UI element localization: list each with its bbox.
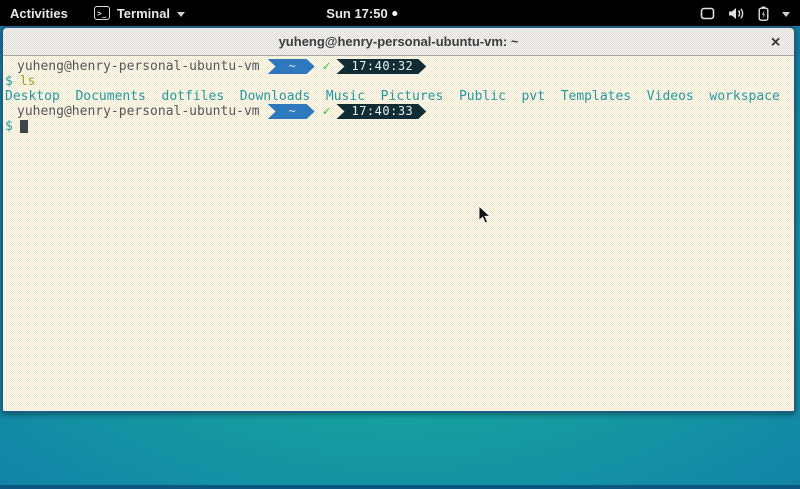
prompt-path-segment: ~: [268, 59, 315, 74]
window-titlebar[interactable]: yuheng@henry-personal-ubuntu-vm: ~ ✕: [3, 28, 794, 56]
prompt-symbol: $: [5, 74, 13, 89]
app-menu-terminal[interactable]: >_ Terminal: [94, 6, 185, 21]
prompt-time-segment: 17:40:32: [336, 59, 426, 74]
prompt-line-1: yuheng@henry-personal-ubuntu-vm ~ ✓ 17:4…: [3, 59, 794, 74]
notification-dot-icon: [393, 11, 398, 16]
desktop-bottom-edge: [0, 485, 800, 489]
terminal-block-cursor: [20, 120, 28, 133]
terminal-window: yuheng@henry-personal-ubuntu-vm: ~ ✕ yuh…: [1, 26, 796, 413]
chevron-down-icon: [782, 12, 790, 17]
prompt-user-host: yuheng@henry-personal-ubuntu-vm: [17, 104, 260, 119]
chevron-down-icon: [177, 12, 185, 17]
app-menu-label: Terminal: [117, 6, 170, 21]
prompt-user-host: yuheng@henry-personal-ubuntu-vm: [17, 59, 260, 74]
terminal-app-icon: >_: [94, 6, 110, 20]
prompt-line-2: yuheng@henry-personal-ubuntu-vm ~ ✓ 17:4…: [3, 104, 794, 119]
mouse-pointer-icon: [478, 205, 491, 224]
clock-menu[interactable]: Sun 17:50: [326, 6, 397, 21]
command-text: ls: [20, 74, 36, 89]
prompt-symbol: $: [5, 119, 13, 134]
terminal-body[interactable]: yuheng@henry-personal-ubuntu-vm ~ ✓ 17:4…: [3, 56, 794, 411]
prompt-status-check-icon: ✓: [323, 104, 331, 119]
battery-charging-icon: [758, 6, 769, 21]
screen-icon: [700, 7, 715, 20]
volume-icon: [728, 7, 745, 20]
activities-button[interactable]: Activities: [10, 6, 68, 21]
directory-listing: Desktop Documents dotfiles Downloads Mus…: [5, 89, 780, 104]
top-bar: Activities >_ Terminal Sun 17:50: [0, 0, 800, 26]
system-status-menu[interactable]: [700, 0, 790, 26]
command-line: $ ls: [3, 74, 794, 89]
input-line: $: [3, 119, 794, 134]
ls-output-line: Desktop Documents dotfiles Downloads Mus…: [3, 89, 794, 104]
clock-label: Sun 17:50: [326, 6, 387, 21]
prompt-status-check-icon: ✓: [323, 59, 331, 74]
close-button[interactable]: ✕: [770, 35, 781, 48]
prompt-path-segment: ~: [268, 104, 315, 119]
window-title: yuheng@henry-personal-ubuntu-vm: ~: [279, 34, 519, 49]
prompt-time-segment: 17:40:33: [336, 104, 426, 119]
